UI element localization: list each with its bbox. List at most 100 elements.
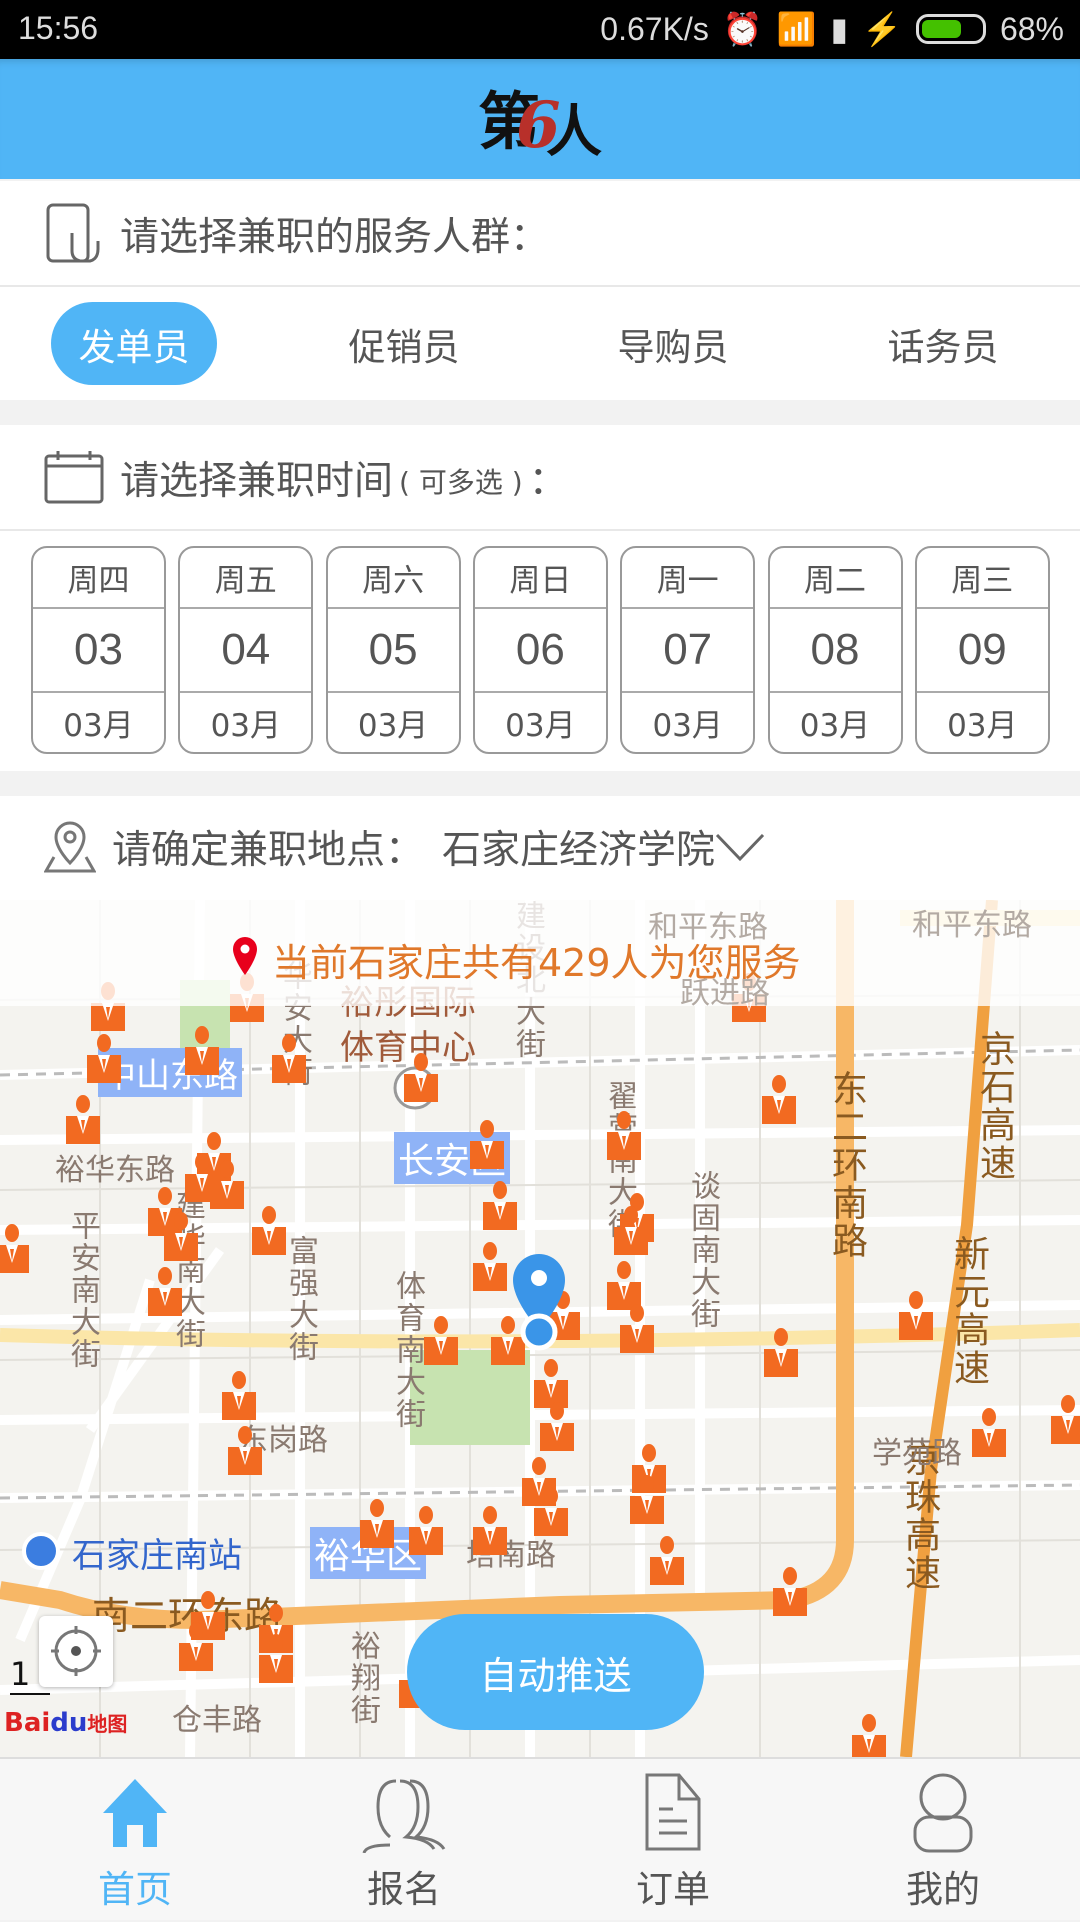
day-card[interactable]: 周五 04 03月	[178, 546, 314, 754]
tab-promoter[interactable]: 促销员	[321, 302, 487, 385]
day-card[interactable]: 周四 03 03月	[31, 546, 166, 754]
day-card[interactable]: 周一 07 03月	[620, 546, 756, 754]
map-scale: 1	[10, 1655, 50, 1695]
weekday: 周日	[474, 548, 606, 609]
worker-marker-icon[interactable]	[407, 1505, 445, 1557]
worker-marker-icon[interactable]	[85, 1033, 123, 1085]
month: 03月	[799, 708, 871, 744]
worker-marker-icon[interactable]	[760, 1074, 798, 1126]
worker-marker-icon[interactable]	[538, 1401, 576, 1453]
worker-marker-icon[interactable]	[471, 1505, 509, 1557]
worker-marker-icon[interactable]	[897, 1290, 935, 1342]
day-number: 08	[769, 609, 901, 693]
worker-marker-icon[interactable]	[618, 1303, 656, 1355]
worker-marker-icon[interactable]	[628, 1474, 666, 1526]
location-label: 请确定兼职地点：	[112, 828, 425, 873]
current-location-pin-icon	[513, 1254, 565, 1351]
month: 03月	[652, 708, 723, 744]
day-number: 07	[622, 609, 754, 693]
wifi-icon: 📶	[776, 11, 817, 47]
baidu-map-logo: Baidu地图	[4, 1708, 128, 1738]
weekday: 周二	[769, 548, 901, 609]
document-icon	[645, 1773, 701, 1851]
train-station-icon	[22, 1532, 60, 1570]
worker-marker-icon[interactable]	[257, 1633, 295, 1685]
auto-push-button[interactable]: 自动推送	[407, 1614, 704, 1730]
bottom-nav: 首页 报名 订单 我的	[0, 1757, 1080, 1920]
worker-marker-icon[interactable]	[146, 1266, 184, 1318]
road-label: 新元高速	[948, 1235, 989, 1387]
day-card[interactable]: 周二 08 03月	[767, 546, 903, 754]
worker-marker-icon[interactable]	[183, 1152, 221, 1204]
worker-marker-icon[interactable]	[762, 1327, 800, 1379]
worker-marker-icon[interactable]	[481, 1180, 519, 1232]
multi-select-hint: ( 可多选 )	[399, 466, 523, 499]
day-number: 06	[474, 609, 606, 693]
weekday: 周六	[327, 548, 459, 609]
day-number: 05	[327, 609, 459, 693]
road-label: 平安南大街	[65, 1210, 100, 1370]
charging-icon: ⚡	[862, 11, 902, 47]
worker-marker-icon[interactable]	[220, 1370, 258, 1422]
red-pin-icon	[233, 937, 257, 975]
location-value[interactable]: 石家庄经济学院	[442, 819, 715, 875]
alarm-icon: ⏰	[722, 11, 763, 47]
colon: ：	[528, 459, 568, 504]
worker-marker-icon[interactable]	[771, 1566, 809, 1618]
weekday: 周三	[916, 548, 1048, 609]
nav-label: 首页	[98, 1868, 172, 1911]
worker-marker-icon[interactable]	[468, 1119, 506, 1171]
weekday: 周四	[33, 548, 164, 609]
worker-marker-icon[interactable]	[64, 1094, 102, 1146]
month: 03月	[357, 708, 429, 744]
worker-marker-icon[interactable]	[532, 1486, 570, 1538]
worker-marker-icon[interactable]	[177, 1621, 215, 1673]
road-label: 裕华东路	[55, 1153, 175, 1188]
worker-marker-icon[interactable]	[250, 1205, 288, 1257]
worker-marker-icon[interactable]	[358, 1498, 396, 1550]
day-card[interactable]: 周六 05 03月	[325, 546, 461, 754]
nav-home[interactable]: 首页	[35, 1759, 235, 1922]
worker-marker-icon[interactable]	[270, 1033, 308, 1085]
chevron-down-icon[interactable]	[715, 827, 765, 867]
app-header: 第 6 人	[0, 59, 1080, 179]
tab-shopping-guide[interactable]: 导购员	[590, 302, 756, 385]
app-logo: 第 6 人	[478, 85, 602, 161]
worker-marker-icon[interactable]	[0, 1223, 31, 1275]
day-card[interactable]: 周三 09 03月	[914, 546, 1050, 754]
location-row[interactable]: 请确定兼职地点： 石家庄经济学院	[0, 796, 1080, 900]
worker-marker-icon[interactable]	[226, 1425, 264, 1477]
weekday: 周五	[180, 548, 312, 609]
worker-marker-icon[interactable]	[162, 1211, 200, 1263]
map-view[interactable]: 建设北大街 和平东路 和平东路 跃进路 裕彤国际 体育中心 华安大街 中山东路 …	[0, 900, 1080, 1757]
worker-marker-icon[interactable]	[422, 1315, 460, 1367]
worker-marker-icon[interactable]	[970, 1407, 1008, 1459]
day-number: 09	[916, 609, 1048, 693]
road-label: 京石高速	[974, 1030, 1015, 1182]
worker-marker-icon[interactable]	[648, 1535, 686, 1587]
tab-flyer-distributor[interactable]: 发单员	[51, 302, 217, 385]
nav-signup[interactable]: 报名	[304, 1759, 504, 1922]
road-label: 谈固南大街	[685, 1170, 720, 1330]
worker-marker-icon[interactable]	[471, 1241, 509, 1293]
tab-telephone-operator[interactable]: 话务员	[860, 302, 1026, 385]
nav-profile[interactable]: 我的	[843, 1759, 1043, 1922]
worker-marker-icon[interactable]	[183, 1025, 221, 1077]
worker-marker-icon[interactable]	[605, 1110, 643, 1162]
worker-marker-icon[interactable]	[1049, 1394, 1080, 1446]
worker-marker-icon[interactable]	[612, 1205, 650, 1257]
road-label: 东二环南路	[826, 1070, 867, 1260]
worker-marker-icon[interactable]	[402, 1052, 440, 1104]
road-label: 跃进路	[680, 976, 770, 1011]
status-time: 15:56	[18, 10, 99, 46]
time-title: 请选择兼职时间	[120, 459, 394, 504]
net-speed: 0.67K/s	[600, 10, 709, 47]
status-bar: 15:56 0.67K/s ⏰ 📶 ▮ ⚡ 68%	[0, 0, 1080, 59]
locate-me-button[interactable]	[39, 1616, 113, 1687]
day-card[interactable]: 周日 06 03月	[472, 546, 608, 754]
worker-marker-icon[interactable]	[850, 1713, 888, 1757]
nav-label: 订单	[636, 1868, 710, 1911]
nav-orders[interactable]: 订单	[573, 1759, 773, 1922]
nav-label: 我的	[906, 1868, 980, 1911]
day-number: 03	[33, 609, 164, 693]
